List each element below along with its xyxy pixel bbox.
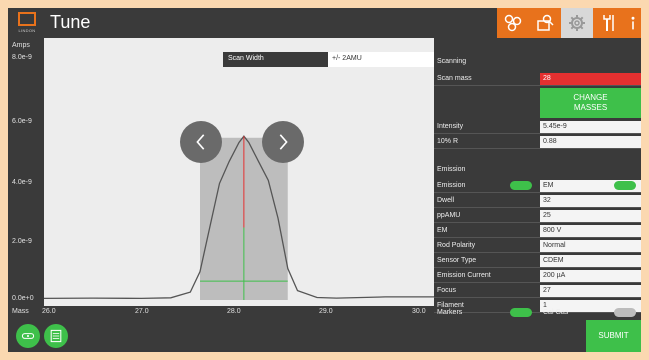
em-toggle[interactable]	[614, 181, 636, 190]
focus-row: Focus 27	[434, 284, 641, 298]
badge-button[interactable]	[16, 324, 40, 348]
molecules-icon	[504, 14, 522, 32]
list-icon	[50, 329, 62, 343]
tools-icon	[603, 15, 614, 31]
r10-label: 10% R	[437, 138, 459, 145]
y-tick: 8.0e-9	[12, 54, 32, 61]
scan-width-select[interactable]: +/- 2AMU	[328, 52, 434, 67]
settings-button[interactable]	[561, 8, 593, 38]
ppamu-value[interactable]: 25	[540, 210, 641, 222]
footer: SUBMIT	[8, 320, 641, 352]
badge-icon	[21, 333, 35, 339]
logo-text: LINDON	[18, 28, 36, 33]
prev-mass-button[interactable]	[180, 121, 222, 163]
sensor-type-row: Sensor Type CDEM	[434, 254, 641, 268]
list-button[interactable]	[44, 324, 68, 348]
page-title: Tune	[50, 12, 91, 32]
scan-width-label: Scan Width	[223, 52, 328, 67]
info-button[interactable]	[625, 8, 641, 38]
emission-current-value[interactable]: 200 µA	[540, 270, 641, 282]
r10-value: 0.88	[540, 136, 641, 148]
y-axis-label: Amps	[12, 42, 30, 49]
y-axis: Amps 8.0e-9 6.0e-9 4.0e-9 2.0e-9 0.0e+0	[8, 38, 44, 306]
emission-toggle[interactable]	[510, 181, 532, 190]
emission-section-title: Emission	[437, 166, 466, 173]
x-tick: 26.0	[42, 308, 56, 315]
r10-row: 10% R 0.88	[434, 135, 641, 149]
change-masses-button[interactable]: CHANGE MASSES	[540, 88, 641, 118]
rod-polarity-value[interactable]: Normal	[540, 240, 641, 252]
x-tick: 30.0	[412, 308, 426, 315]
spectrum-plot[interactable]	[44, 38, 434, 306]
rod-polarity-row: Rod Polarity Normal	[434, 239, 641, 253]
ppamu-row: ppAMU 25	[434, 209, 641, 223]
tune-screen: LINDON Tune Amps 8.0e-9 6.0e-9 4.0e-9 2.…	[8, 8, 641, 352]
dwell-value[interactable]: 32	[540, 195, 641, 207]
scanning-section-title: Scanning	[437, 58, 467, 65]
em-row: EM 800 V	[434, 224, 641, 238]
x-tick: 28.0	[227, 308, 241, 315]
chevron-right-icon	[279, 134, 288, 150]
em-label: EM	[437, 227, 448, 234]
x-tick: 29.0	[319, 308, 333, 315]
chevron-left-icon	[196, 134, 205, 150]
intensity-row: Intensity 5.45e-9	[434, 120, 641, 134]
x-axis-label: Mass	[12, 308, 29, 315]
change-masses-label-1: CHANGE	[573, 93, 608, 102]
markers-row: Markers Cal Gas	[434, 306, 641, 320]
x-axis: Mass 26.0 27.0 28.0 29.0 30.0	[8, 306, 434, 320]
settings-panel: Scanning Scan mass 28 CHANGE MASSES Inte…	[434, 38, 641, 322]
tools-button[interactable]	[593, 8, 625, 38]
next-mass-button[interactable]	[262, 121, 304, 163]
scan-mass-value[interactable]: 28	[540, 73, 641, 85]
search-document-button[interactable]	[529, 8, 561, 38]
focus-value[interactable]: 27	[540, 285, 641, 297]
logo: LINDON	[14, 12, 40, 34]
y-tick: 0.0e+0	[12, 295, 34, 302]
rod-polarity-label: Rod Polarity	[437, 242, 476, 249]
search-document-icon	[537, 14, 554, 31]
logo-mark-icon	[18, 12, 36, 26]
scan-mass-label: Scan mass	[437, 75, 472, 82]
sensor-type-value[interactable]: CDEM	[540, 255, 641, 267]
scan-mass-row: Scan mass 28	[434, 72, 641, 86]
emission-current-label: Emission Current	[437, 272, 491, 279]
spectrum-chart	[44, 135, 434, 300]
info-icon	[631, 16, 635, 30]
x-tick: 27.0	[135, 308, 149, 315]
intensity-label: Intensity	[437, 123, 464, 130]
gear-icon	[569, 15, 585, 31]
dwell-row: Dwell 32	[434, 194, 641, 208]
submit-button[interactable]: SUBMIT	[586, 320, 641, 352]
y-tick: 6.0e-9	[12, 118, 32, 125]
dwell-label: Dwell	[437, 197, 455, 204]
ppamu-label: ppAMU	[437, 212, 461, 219]
y-tick: 4.0e-9	[12, 179, 32, 186]
intensity-value: 5.45e-9	[540, 121, 641, 133]
cal-gas-toggle[interactable]	[614, 308, 636, 317]
header: LINDON Tune	[8, 8, 641, 38]
markers-toggle[interactable]	[510, 308, 532, 317]
change-masses-label-2: MASSES	[573, 103, 608, 112]
emission-current-row: Emission Current 200 µA	[434, 269, 641, 283]
emission-row: Emission EM	[434, 179, 641, 193]
em-value[interactable]: 800 V	[540, 225, 641, 237]
sensor-type-label: Sensor Type	[437, 257, 477, 264]
y-tick: 2.0e-9	[12, 238, 32, 245]
molecules-button[interactable]	[497, 8, 529, 38]
focus-label: Focus	[437, 287, 457, 294]
